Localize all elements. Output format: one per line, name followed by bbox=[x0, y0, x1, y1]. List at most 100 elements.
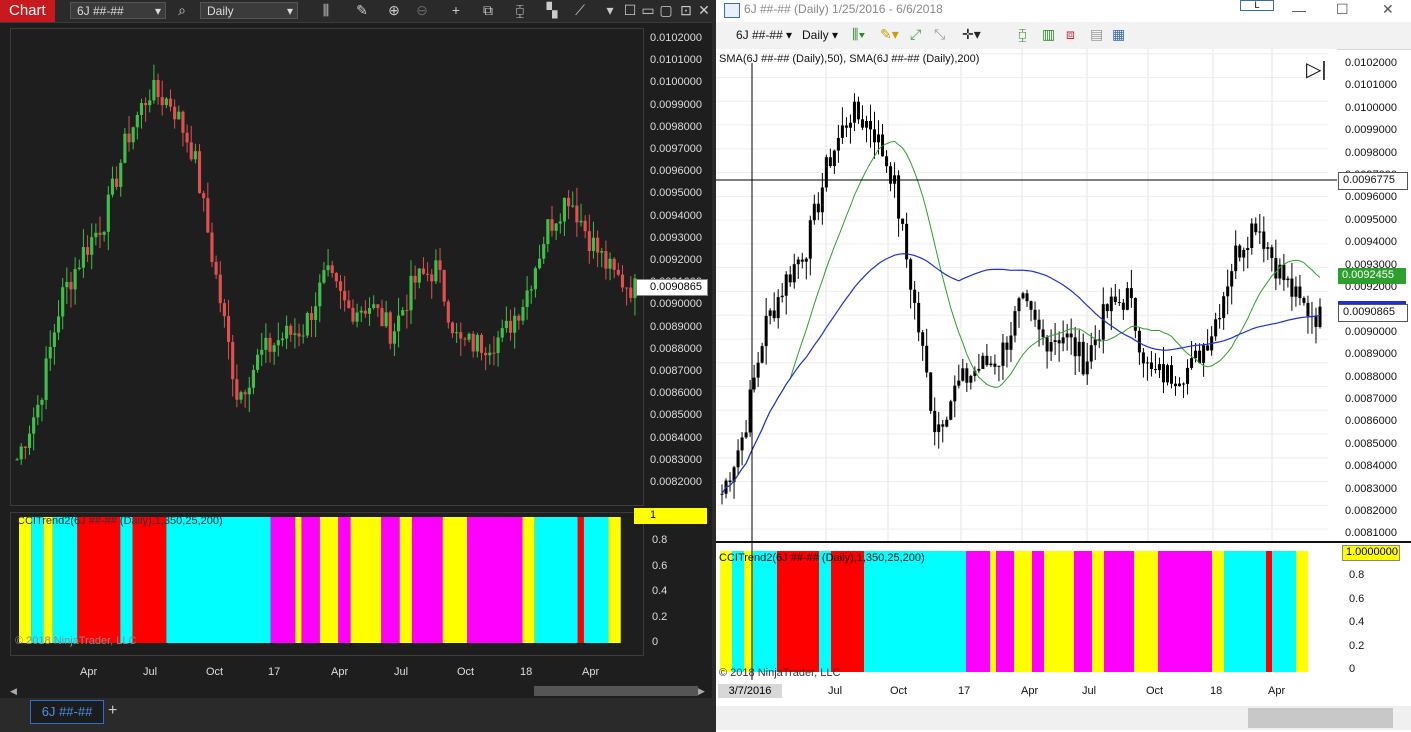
strategies-icon[interactable]: ▥ bbox=[1042, 26, 1055, 43]
candle-body bbox=[873, 129, 877, 143]
crosshair-icon[interactable]: + bbox=[446, 0, 466, 20]
candle-body bbox=[106, 194, 110, 232]
indicator-tick-label: 0.4 bbox=[1349, 616, 1365, 628]
left-price-axis[interactable]: 0.0102000 0.0101000 0.0100000 0.0099000 0.00… bbox=[644, 28, 712, 508]
right-price-axis[interactable]: 0.0102000 0.0101000 0.0100000 0.0099000 0.00… bbox=[1337, 49, 1411, 541]
candle-body bbox=[929, 372, 933, 411]
candle-body bbox=[612, 258, 616, 270]
candle-body bbox=[1049, 342, 1053, 352]
left-price-panel[interactable] bbox=[10, 28, 644, 506]
right-indicator-panel[interactable]: CCITrend2(6J ##-## (Daily),1,350,25,200)… bbox=[716, 543, 1337, 680]
bar-style-icon[interactable]: ⫼ bbox=[316, 0, 336, 20]
right-price-panel[interactable]: SMA(6J ##-## (Daily),50), SMA(6J ##-## (… bbox=[716, 49, 1337, 541]
price-tick-label: 0.0081000 bbox=[1345, 527, 1397, 540]
instrument-selector[interactable]: 6J ##-## ▾ bbox=[736, 28, 792, 42]
instrument-selector[interactable]: 6J ##-## ▾ bbox=[70, 2, 166, 19]
minimize-icon[interactable]: ▭ bbox=[638, 0, 658, 20]
scroll-left-icon[interactable]: ◀ bbox=[10, 686, 18, 696]
zoom-in-icon[interactable]: ⤢ bbox=[910, 26, 921, 43]
candle-body bbox=[579, 220, 583, 223]
right-candles-svg bbox=[716, 49, 1337, 541]
chart-tab[interactable]: Chart bbox=[0, 0, 55, 22]
candle-body bbox=[119, 162, 123, 187]
scroll-to-end-icon[interactable]: ▷| bbox=[1306, 57, 1327, 82]
data-box-icon[interactable]: ⧉ bbox=[478, 0, 498, 20]
maximize-icon[interactable]: ⊡ bbox=[676, 0, 696, 20]
indicators-icon[interactable]: ⧮ bbox=[510, 0, 530, 20]
candle-body bbox=[421, 268, 426, 274]
layout-button[interactable]: L bbox=[1240, 0, 1274, 11]
candle-body bbox=[334, 272, 338, 282]
candle-body bbox=[616, 269, 620, 275]
strategies-icon[interactable]: ▚ bbox=[542, 0, 562, 20]
candle-body bbox=[280, 338, 285, 341]
candle-body bbox=[392, 331, 396, 344]
drawing-tools-icon[interactable]: ⟋ bbox=[570, 0, 590, 20]
chart-trader-icon[interactable]: ⧈ bbox=[1066, 26, 1075, 43]
candle-body bbox=[620, 274, 625, 288]
candle-body bbox=[363, 310, 367, 314]
close-icon[interactable]: ✕ bbox=[1382, 1, 1394, 18]
candle-body bbox=[513, 315, 517, 333]
indicator-band-magenta bbox=[381, 517, 400, 643]
right-indicator-value-marker: 1.0000000 bbox=[1342, 545, 1400, 561]
interval-selector[interactable]: Daily ▾ bbox=[802, 28, 838, 42]
zoom-in-icon[interactable]: ⊕ bbox=[384, 0, 404, 20]
indicator-band-red bbox=[777, 551, 819, 672]
window-box-icon[interactable]: ☐ bbox=[620, 0, 640, 20]
indicator-tick-label: 0.4 bbox=[652, 585, 668, 598]
data-box-icon[interactable]: ▤ bbox=[1090, 26, 1103, 43]
add-tab-button[interactable]: + bbox=[108, 700, 126, 722]
right-last-price: 0.0090865 bbox=[1343, 306, 1395, 318]
candle-body bbox=[231, 341, 235, 380]
candle-body bbox=[243, 392, 247, 395]
indicators-icon[interactable]: ⧮ bbox=[1018, 26, 1027, 43]
zoom-out-icon[interactable]: ⤡ bbox=[934, 26, 945, 43]
candle-body bbox=[98, 232, 102, 235]
candle-body bbox=[197, 151, 202, 194]
restore-icon[interactable]: ▢ bbox=[656, 0, 676, 20]
bar-style-icon[interactable]: ⫼▾ bbox=[852, 26, 865, 43]
draw-pencil-icon[interactable]: ✎▾ bbox=[880, 26, 899, 43]
candle-body bbox=[1037, 319, 1041, 330]
close-icon[interactable]: ✕ bbox=[694, 0, 714, 20]
candle-body bbox=[160, 97, 164, 106]
candle-body bbox=[1025, 293, 1029, 302]
candle-body bbox=[1029, 301, 1033, 310]
left-horizontal-scrollbar[interactable]: ◀ ▶ bbox=[10, 684, 707, 698]
scroll-thumb[interactable] bbox=[1248, 708, 1393, 728]
crosshair-icon[interactable]: ✛▾ bbox=[962, 26, 981, 43]
maximize-icon[interactable]: ☐ bbox=[1336, 1, 1349, 18]
candle-body bbox=[1246, 248, 1250, 251]
price-tick-label: 0.0099000 bbox=[1345, 124, 1397, 137]
scroll-thumb[interactable] bbox=[534, 686, 698, 696]
indicator-band-yellow bbox=[1134, 551, 1158, 672]
candle-body bbox=[1061, 337, 1065, 344]
indicator-band-yellow bbox=[608, 517, 621, 643]
candle-body bbox=[591, 237, 596, 252]
right-horizontal-scrollbar[interactable] bbox=[716, 706, 1411, 730]
search-icon[interactable]: ⌕ bbox=[172, 0, 192, 20]
date-tick-label: Oct bbox=[206, 666, 224, 678]
price-tick-label: 0.0089000 bbox=[1345, 348, 1397, 361]
properties-icon[interactable]: ▦ bbox=[1112, 26, 1125, 43]
interval-selector[interactable]: Daily ▾ bbox=[200, 2, 298, 19]
candle-body bbox=[760, 346, 764, 363]
instrument-tab[interactable]: 6J ##-## bbox=[30, 700, 104, 724]
indicator-band-yellow bbox=[990, 551, 996, 672]
price-tick-label: 0.0083000 bbox=[1345, 482, 1397, 495]
candle-body bbox=[780, 295, 784, 298]
minimize-icon[interactable]: — bbox=[1292, 2, 1306, 18]
candle-body bbox=[289, 325, 293, 335]
draw-pencil-icon[interactable]: ✎ bbox=[352, 0, 372, 20]
zoom-out-icon[interactable]: ⊖ bbox=[412, 0, 432, 20]
candle-body bbox=[1009, 335, 1013, 350]
scroll-right-icon[interactable]: ▶ bbox=[698, 686, 706, 696]
candle-body bbox=[144, 103, 148, 106]
candle-body bbox=[1314, 316, 1318, 327]
indicator-band-red bbox=[77, 517, 121, 643]
candle-body bbox=[56, 316, 61, 333]
left-indicator-panel[interactable]: CCITrend2(6J ##-## (Daily),1,350,25,200)… bbox=[10, 512, 644, 656]
candle-body bbox=[1238, 245, 1242, 258]
menu-icon[interactable]: ▾ bbox=[600, 0, 620, 20]
